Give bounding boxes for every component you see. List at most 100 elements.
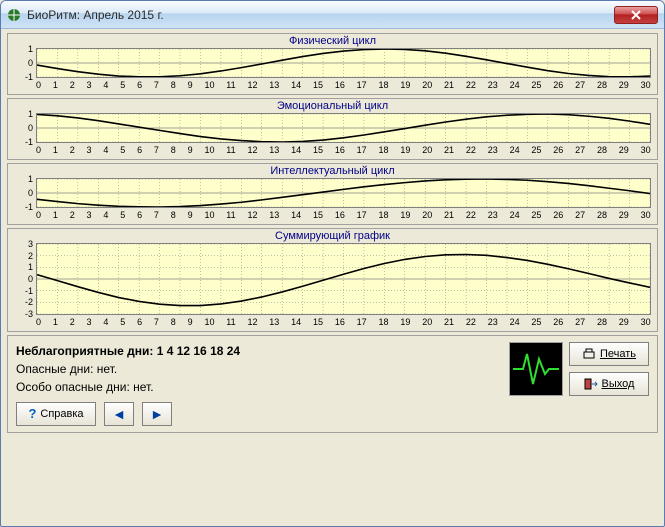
x-tick: 6 <box>137 80 142 90</box>
x-tick: 7 <box>154 145 159 155</box>
print-button[interactable]: Печать <box>569 342 649 366</box>
window-title: БиоРитм: Апрель 2015 г. <box>27 8 164 22</box>
y-tick: -1 <box>25 202 33 212</box>
x-tick: 24 <box>510 317 520 327</box>
x-tick: 13 <box>269 317 279 327</box>
y-tick: 0 <box>28 188 33 198</box>
footer-panel: Неблагоприятные дни: 1 4 12 16 18 24 Опа… <box>7 335 658 433</box>
x-tick: 12 <box>247 145 257 155</box>
chevron-right-icon: ► <box>150 404 164 425</box>
x-tick: 9 <box>188 145 193 155</box>
x-tick: 30 <box>641 80 651 90</box>
vdanger-label: Особо опасные дни: <box>16 380 130 394</box>
x-tick: 8 <box>171 80 176 90</box>
x-tick: 22 <box>466 145 476 155</box>
x-tick: 23 <box>488 317 498 327</box>
danger-label: Опасные дни: <box>16 362 93 376</box>
x-tick: 14 <box>291 80 301 90</box>
x-tick: 10 <box>204 145 214 155</box>
x-tick: 20 <box>422 210 432 220</box>
x-tick: 4 <box>103 145 108 155</box>
x-tick: 19 <box>400 317 410 327</box>
y-tick: -3 <box>25 309 33 319</box>
x-tick: 3 <box>87 210 92 220</box>
x-tick: 27 <box>575 317 585 327</box>
x-tick: 7 <box>154 317 159 327</box>
x-tick: 1 <box>53 317 58 327</box>
x-tick: 28 <box>597 145 607 155</box>
x-tick: 3 <box>87 80 92 90</box>
x-tick: 12 <box>247 317 257 327</box>
x-tick: 10 <box>204 210 214 220</box>
x-tick: 25 <box>531 80 541 90</box>
x-tick: 8 <box>171 145 176 155</box>
chart-title: Физический цикл <box>8 34 657 48</box>
prev-button[interactable]: ◄ <box>104 402 134 426</box>
x-tick: 2 <box>70 80 75 90</box>
emotional-chart: 10-1 <box>36 113 651 143</box>
bottom-button-row: ? Справка ◄ ► <box>16 402 503 426</box>
x-tick: 0 <box>36 210 41 220</box>
y-tick: 1 <box>28 44 33 54</box>
x-tick: 30 <box>641 210 651 220</box>
x-tick: 5 <box>120 80 125 90</box>
x-tick: 13 <box>269 210 279 220</box>
intellectual-panel: Интеллектуальный цикл 10-1 0123456789101… <box>7 163 658 225</box>
x-tick: 3 <box>87 317 92 327</box>
x-tick: 16 <box>335 210 345 220</box>
x-tick: 15 <box>313 80 323 90</box>
y-axis-ticks: 10-1 <box>15 49 35 77</box>
emotional-panel: Эмоциональный цикл 10-1 0123456789101112… <box>7 98 658 160</box>
x-tick: 27 <box>575 145 585 155</box>
y-tick: 2 <box>28 251 33 261</box>
chart-title: Эмоциональный цикл <box>8 99 657 113</box>
x-tick: 25 <box>531 210 541 220</box>
x-tick: 11 <box>226 210 235 220</box>
x-tick: 6 <box>137 145 142 155</box>
help-button[interactable]: ? Справка <box>16 402 96 426</box>
y-tick: 1 <box>28 262 33 272</box>
x-tick: 25 <box>531 145 541 155</box>
x-tick: 10 <box>204 80 214 90</box>
x-tick: 26 <box>553 317 563 327</box>
y-tick: -1 <box>25 72 33 82</box>
x-tick: 19 <box>400 80 410 90</box>
x-tick: 20 <box>422 317 432 327</box>
intellectual-chart: 10-1 <box>36 178 651 208</box>
x-tick: 23 <box>488 210 498 220</box>
x-tick: 5 <box>120 210 125 220</box>
x-tick: 9 <box>188 210 193 220</box>
vdanger-value: нет. <box>133 380 153 394</box>
x-tick: 17 <box>357 145 367 155</box>
x-tick: 13 <box>269 145 279 155</box>
next-button[interactable]: ► <box>142 402 172 426</box>
x-tick: 21 <box>444 80 454 90</box>
titlebar[interactable]: БиоРитм: Апрель 2015 г. <box>1 1 664 29</box>
info-box: Неблагоприятные дни: 1 4 12 16 18 24 Опа… <box>16 342 503 426</box>
exit-button[interactable]: Выход <box>569 372 649 396</box>
x-tick: 19 <box>400 145 410 155</box>
x-tick: 22 <box>466 317 476 327</box>
x-tick: 21 <box>444 145 454 155</box>
summary-chart: 3210-1-2-3 <box>36 243 651 315</box>
y-tick: 0 <box>28 123 33 133</box>
chart-title: Суммирующий график <box>8 229 657 243</box>
x-tick: 6 <box>137 210 142 220</box>
x-tick: 16 <box>335 145 345 155</box>
x-tick: 16 <box>335 317 345 327</box>
chart-title: Интеллектуальный цикл <box>8 164 657 178</box>
print-label: Печать <box>600 348 636 360</box>
x-tick: 28 <box>597 317 607 327</box>
y-tick: -1 <box>25 137 33 147</box>
x-axis-ticks: 0123456789101112131415161718192021222324… <box>36 317 651 327</box>
printer-icon <box>582 348 596 360</box>
x-tick: 9 <box>188 317 193 327</box>
dangerous-days-line: Опасные дни: нет. <box>16 360 503 378</box>
close-button[interactable] <box>614 6 658 24</box>
x-tick: 1 <box>53 145 58 155</box>
x-tick: 28 <box>597 210 607 220</box>
unfav-label: Неблагоприятные дни: <box>16 344 153 358</box>
y-tick: -2 <box>25 297 33 307</box>
x-tick: 24 <box>510 145 520 155</box>
x-tick: 20 <box>422 145 432 155</box>
